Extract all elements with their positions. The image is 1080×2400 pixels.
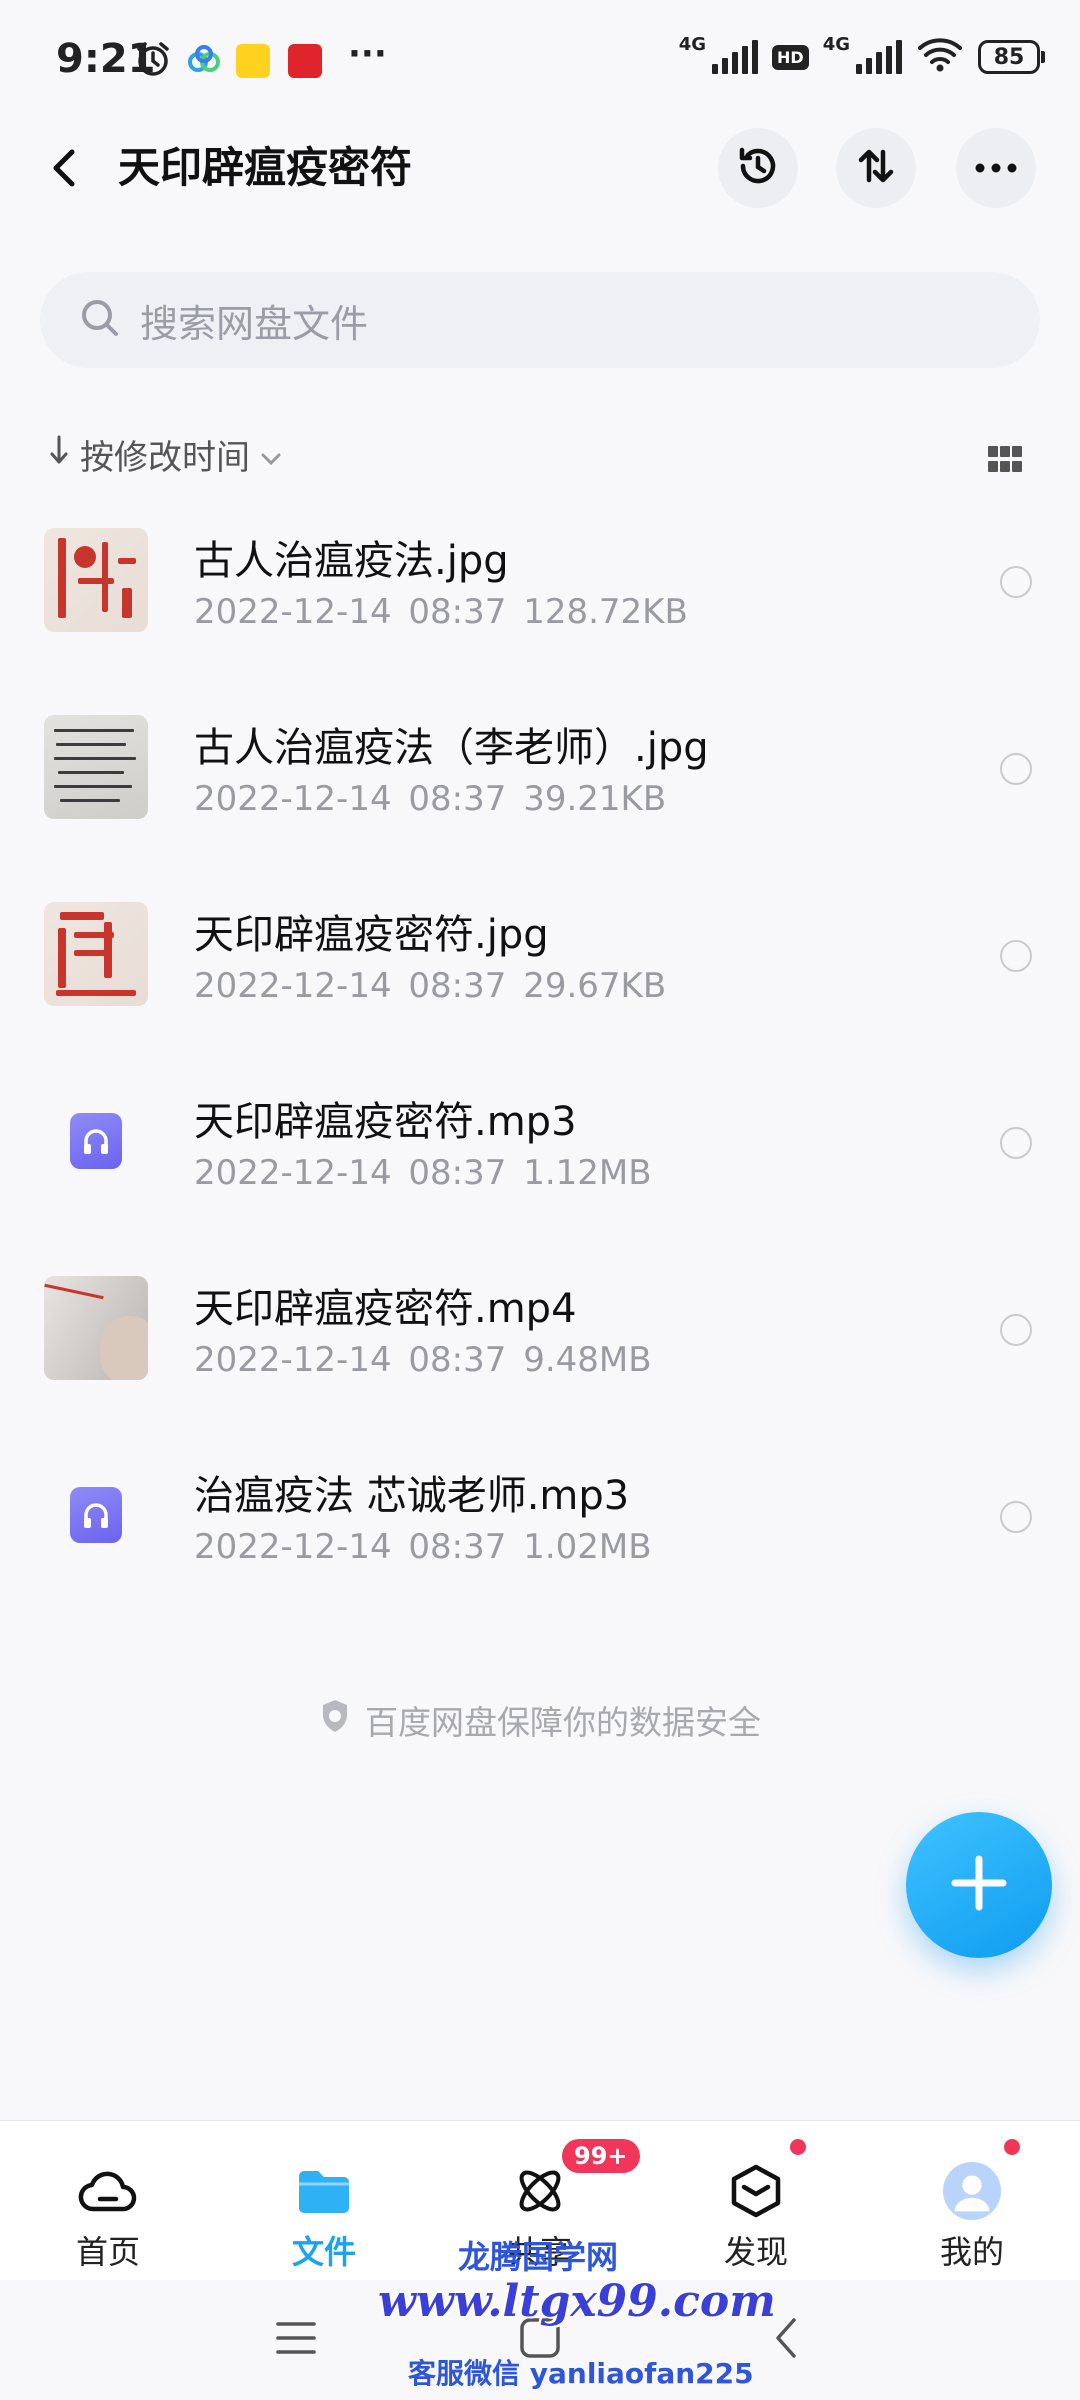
- image-thumbnail: [44, 902, 148, 1006]
- file-name: 古人治瘟疫法.jpg: [194, 538, 509, 584]
- history-icon: [735, 143, 781, 193]
- hd-badge: HD: [772, 44, 809, 70]
- security-note: 百度网盘保障你的数据安全: [0, 1696, 1080, 1744]
- video-thumbnail: [44, 1276, 148, 1380]
- tab-label: 发现: [723, 2233, 788, 2271]
- cloud-app-icon: [186, 44, 222, 80]
- notification-badge: 99+: [562, 2139, 640, 2173]
- notification-dot: [790, 2139, 806, 2155]
- folder-icon: [294, 2161, 354, 2221]
- avatar-icon: [942, 2161, 1002, 2221]
- file-row[interactable]: 古人治瘟疫法（李老师）.jpg 2022-12-14 08:37 39.21KB: [0, 687, 1080, 874]
- tab-discover[interactable]: 发现: [676, 2121, 836, 2281]
- atom-icon: [510, 2161, 570, 2221]
- signal-icon: [712, 40, 759, 74]
- network-type-1: 4G: [678, 34, 707, 55]
- file-row[interactable]: 天印辟瘟疫密符.jpg 2022-12-14 08:37 29.67KB: [0, 874, 1080, 1061]
- select-radio[interactable]: [1000, 1501, 1032, 1533]
- tab-home[interactable]: 首页: [28, 2121, 188, 2281]
- tab-label: 首页: [75, 2233, 140, 2271]
- image-thumbnail: [44, 715, 148, 819]
- file-name: 天印辟瘟疫密符.mp4: [194, 1286, 577, 1332]
- audio-file-icon: [44, 1463, 148, 1567]
- file-row[interactable]: 古人治瘟疫法.jpg 2022-12-14 08:37 128.72KB: [0, 500, 1080, 687]
- watermark-site-name: 龙腾国学网: [458, 2238, 619, 2276]
- more-notifications-icon: ···: [348, 34, 387, 74]
- grid-view-icon[interactable]: [988, 446, 1022, 474]
- tab-label: 文件: [291, 2233, 356, 2271]
- file-meta: 2022-12-14 08:37 1.12MB: [194, 1153, 652, 1193]
- file-meta: 2022-12-14 08:37 39.21KB: [194, 779, 667, 819]
- sort-arrow-icon: [48, 433, 70, 476]
- battery-indicator: 85: [978, 40, 1045, 74]
- sort-label: 按修改时间: [80, 438, 250, 478]
- shield-icon: [319, 1698, 351, 1742]
- file-meta: 2022-12-14 08:37 9.48MB: [194, 1340, 652, 1380]
- plus-icon: [949, 1853, 1009, 1917]
- battery-level: 85: [993, 44, 1025, 70]
- page-title: 天印辟瘟疫密符: [118, 143, 413, 192]
- select-radio[interactable]: [1000, 1127, 1032, 1159]
- security-text: 百度网盘保障你的数据安全: [365, 1703, 761, 1742]
- notification-dot: [1004, 2139, 1020, 2155]
- file-meta: 2022-12-14 08:37 29.67KB: [194, 966, 667, 1006]
- select-radio[interactable]: [1000, 1314, 1032, 1346]
- history-button[interactable]: [718, 128, 798, 208]
- chevron-down-icon: [260, 435, 282, 475]
- file-row[interactable]: 天印辟瘟疫密符.mp3 2022-12-14 08:37 1.12MB: [0, 1061, 1080, 1248]
- wifi-icon: [916, 36, 964, 78]
- tab-files[interactable]: 文件: [244, 2121, 404, 2281]
- search-bar[interactable]: 搜索网盘文件: [40, 272, 1040, 368]
- sort-transfer-icon: [854, 144, 898, 192]
- shopping-app-icon: [288, 44, 322, 78]
- file-name: 古人治瘟疫法（李老师）.jpg: [194, 725, 709, 771]
- cube-icon: [726, 2161, 786, 2221]
- network-type-2: 4G: [822, 34, 850, 55]
- tab-label: 我的: [939, 2233, 1004, 2271]
- menu-icon[interactable]: [276, 2320, 316, 2360]
- search-icon: [80, 298, 120, 342]
- audio-file-icon: [44, 1089, 148, 1193]
- meituan-app-icon: [236, 44, 270, 78]
- search-input[interactable]: 搜索网盘文件: [140, 293, 368, 348]
- back-nav-icon[interactable]: [772, 2316, 800, 2364]
- file-meta: 2022-12-14 08:37 128.72KB: [194, 592, 688, 632]
- add-button[interactable]: [906, 1812, 1052, 1958]
- select-radio[interactable]: [1000, 940, 1032, 972]
- alarm-icon: [134, 40, 172, 82]
- watermark-url: www.ltgx99.com: [378, 2276, 776, 2327]
- select-radio[interactable]: [1000, 566, 1032, 598]
- file-name: 天印辟瘟疫密符.mp3: [194, 1099, 577, 1145]
- file-meta: 2022-12-14 08:37 1.02MB: [194, 1527, 652, 1567]
- file-name: 治瘟疫法 芯诚老师.mp3: [194, 1473, 630, 1519]
- signal-icon: [856, 40, 902, 74]
- file-row[interactable]: 天印辟瘟疫密符.mp4 2022-12-14 08:37 9.48MB: [0, 1248, 1080, 1435]
- cloud-icon: [78, 2161, 138, 2221]
- more-button[interactable]: [956, 128, 1036, 208]
- status-right: 4G HD 4G 85: [678, 34, 1045, 78]
- image-thumbnail: [44, 528, 148, 632]
- watermark-contact: 客服微信 yanliaofan225: [408, 2357, 754, 2390]
- sort-selector[interactable]: 按修改时间: [48, 430, 282, 479]
- select-radio[interactable]: [1000, 753, 1032, 785]
- file-row[interactable]: 治瘟疫法 芯诚老师.mp3 2022-12-14 08:37 1.02MB: [0, 1435, 1080, 1622]
- more-icon: [974, 159, 1018, 178]
- file-name: 天印辟瘟疫密符.jpg: [194, 912, 549, 958]
- back-icon[interactable]: [44, 140, 84, 196]
- transfer-button[interactable]: [836, 128, 916, 208]
- tab-me[interactable]: 我的: [892, 2121, 1052, 2281]
